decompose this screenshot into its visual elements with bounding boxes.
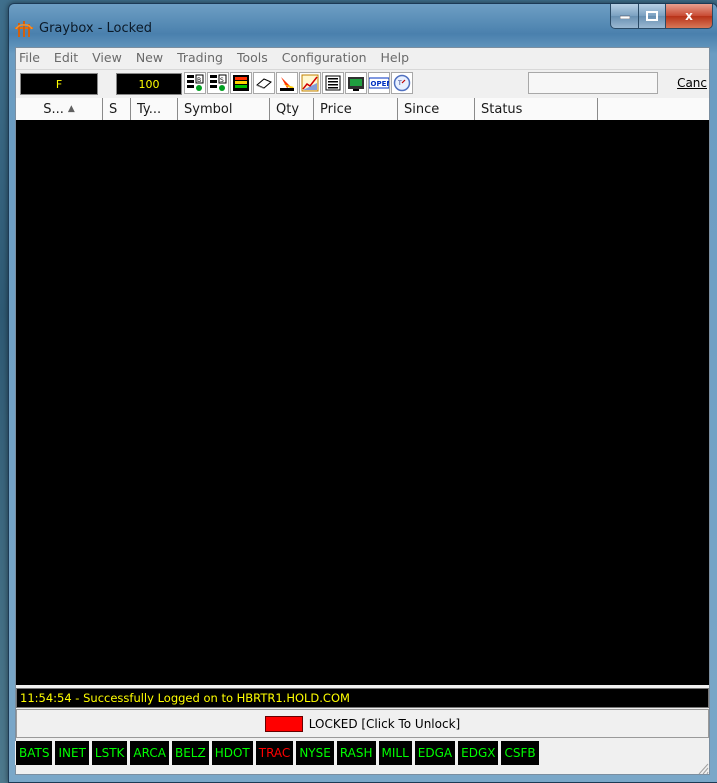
quantity-field[interactable]: 100: [116, 73, 182, 95]
venue-badge: RASH: [336, 741, 376, 765]
list-icon[interactable]: [322, 72, 344, 94]
venue-badge: LSTK: [91, 741, 128, 765]
column-header-status[interactable]: Status: [475, 98, 598, 120]
side-field[interactable]: F: [20, 73, 98, 95]
svg-text:B: B: [197, 77, 201, 84]
app-window: Graybox - Locked x File Edit View New Tr…: [8, 3, 717, 783]
window-title: Graybox - Locked: [39, 21, 152, 36]
cancel-link[interactable]: Canc: [677, 76, 707, 90]
venue-badge: BATS: [16, 741, 53, 765]
close-icon: x: [685, 9, 693, 23]
toolbar-icon-group: B S OPE T: [184, 72, 414, 94]
svg-text:S: S: [220, 77, 224, 84]
venue-badge: EDGA: [414, 741, 456, 765]
close-button[interactable]: x: [666, 4, 713, 29]
menu-file[interactable]: File: [16, 50, 45, 65]
maximize-button[interactable]: [639, 4, 666, 29]
status-message: 11:54:54 - Successfully Logged on to HBR…: [16, 688, 709, 708]
minimize-button[interactable]: [610, 4, 639, 29]
maximize-icon: [646, 11, 658, 21]
lock-status-indicator: [264, 715, 303, 732]
column-header-filler: [598, 98, 709, 120]
minimize-icon: [619, 15, 630, 19]
chart-icon[interactable]: [299, 72, 321, 94]
eraser-icon[interactable]: [253, 72, 275, 94]
venue-badge: MILL: [378, 741, 412, 765]
buy-order-icon[interactable]: B: [184, 72, 206, 94]
unlock-button[interactable]: LOCKED [Click To Unlock]: [16, 709, 709, 738]
orders-grid-header: S... ▲ S Ty... Symbol Qty Price Since St…: [16, 98, 709, 121]
venue-badge: BELZ: [171, 741, 209, 765]
column-header-label: S...: [43, 101, 64, 117]
lock-status-label: LOCKED [Click To Unlock]: [308, 716, 461, 731]
column-header-since[interactable]: Since: [398, 98, 475, 120]
open-sign-text: OPEN: [371, 80, 390, 88]
menu-new[interactable]: New: [131, 50, 168, 65]
title-bar[interactable]: Graybox - Locked x: [9, 4, 717, 44]
toolbar: F 100 B S OPE T Canc: [16, 69, 709, 99]
monitor-icon[interactable]: [345, 72, 367, 94]
menu-view[interactable]: View: [87, 50, 127, 65]
venue-badge: INET: [55, 741, 89, 765]
rocket-icon[interactable]: [276, 72, 298, 94]
caption-buttons: x: [610, 4, 713, 30]
menu-configuration[interactable]: Configuration: [277, 50, 372, 65]
column-header-sort[interactable]: S... ▲: [16, 98, 103, 120]
column-header-side[interactable]: S: [103, 98, 131, 120]
venue-badge: ARCA: [130, 741, 169, 765]
menu-help[interactable]: Help: [376, 50, 415, 65]
sell-order-icon[interactable]: S: [207, 72, 229, 94]
resize-grip-icon[interactable]: [697, 760, 709, 775]
client-area: File Edit View New Trading Tools Configu…: [15, 47, 710, 775]
open-sign-icon[interactable]: OPEN: [368, 72, 390, 94]
column-header-symbol[interactable]: Symbol: [178, 98, 270, 120]
column-header-qty[interactable]: Qty: [270, 98, 314, 120]
column-header-type[interactable]: Ty...: [131, 98, 178, 120]
sort-ascending-icon: ▲: [67, 104, 75, 114]
venue-badge: NYSE: [296, 741, 334, 765]
venue-badge: CSFB: [501, 741, 539, 765]
venue-status-bar: BATS INET LSTK ARCA BELZ HDOT TRAC NYSE …: [15, 741, 700, 765]
venue-badge: TRAC: [255, 741, 294, 765]
menu-bar: File Edit View New Trading Tools Configu…: [16, 48, 709, 67]
menu-trading[interactable]: Trading: [172, 50, 228, 65]
svg-text:T: T: [397, 80, 402, 87]
graybox-app-icon: [15, 21, 33, 37]
color-grid-icon[interactable]: [230, 72, 252, 94]
toolbar-blank-field: [528, 72, 658, 94]
clock-icon[interactable]: T: [391, 72, 413, 94]
venue-badge: EDGX: [458, 741, 499, 765]
menu-tools[interactable]: Tools: [232, 50, 273, 65]
menu-edit[interactable]: Edit: [49, 50, 83, 65]
column-header-price[interactable]: Price: [314, 98, 398, 120]
orders-grid-body[interactable]: [16, 120, 709, 685]
venue-badge: HDOT: [211, 741, 253, 765]
